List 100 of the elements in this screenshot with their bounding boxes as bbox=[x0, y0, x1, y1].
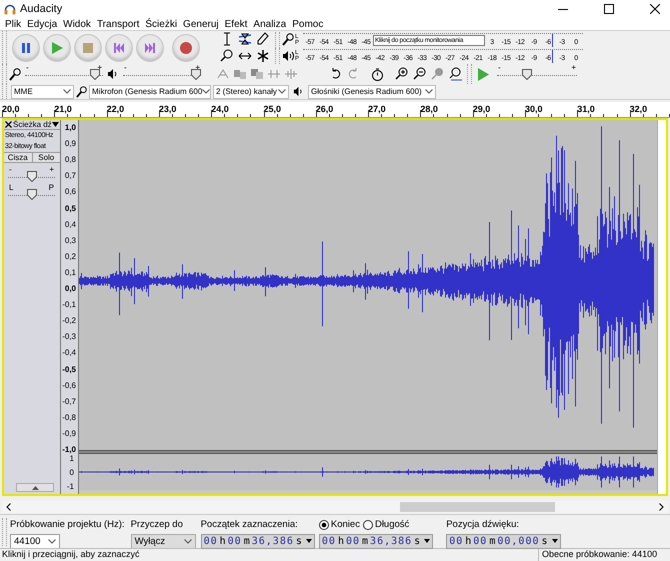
toolbar-grip[interactable] bbox=[2, 518, 7, 546]
undo-icon bbox=[330, 68, 342, 80]
menu-item[interactable]: Ścieżki bbox=[142, 16, 180, 32]
radio-option[interactable]: Długość bbox=[362, 518, 410, 532]
time-field[interactable]: 00 h 00 m 36,386 s bbox=[200, 534, 315, 550]
track-button[interactable]: Cisza bbox=[4, 153, 32, 162]
collapse-icon bbox=[32, 486, 38, 490]
scale-label: -0,1 bbox=[62, 300, 76, 310]
scale-label: -0,7 bbox=[62, 396, 76, 406]
host-dropdown[interactable]: MME bbox=[11, 84, 74, 98]
speaker-icon bbox=[293, 86, 304, 97]
zoom-fit-button[interactable] bbox=[447, 66, 465, 82]
maximize-icon[interactable] bbox=[604, 4, 614, 14]
toolbar-grip[interactable] bbox=[2, 64, 7, 84]
play-icon bbox=[50, 40, 64, 54]
asterisk-icon bbox=[256, 49, 270, 63]
envelope-icon bbox=[238, 32, 252, 46]
menu-item[interactable]: Plik bbox=[2, 16, 24, 32]
radio-button[interactable] bbox=[318, 520, 329, 530]
menu-item[interactable]: Pomoc bbox=[289, 16, 326, 32]
stopwatch-icon bbox=[370, 68, 384, 80]
snap-dropdown[interactable]: Wyłącz bbox=[130, 534, 196, 550]
menu-item[interactable]: Edycja bbox=[24, 16, 60, 32]
ruler-label: 23,0 bbox=[158, 103, 176, 116]
time-field[interactable]: 00 h 00 m 00,000 s bbox=[446, 534, 561, 550]
track-name[interactable]: Ścieżka dź bbox=[13, 120, 52, 129]
pause-button[interactable] bbox=[12, 34, 40, 62]
scale-label: 0,6 bbox=[64, 187, 76, 196]
skip-to-end-icon bbox=[143, 40, 157, 54]
toolbar-grip[interactable] bbox=[467, 64, 472, 84]
record-button[interactable] bbox=[172, 34, 200, 62]
scale-label: -0,5 bbox=[62, 364, 76, 374]
ruler-label: 25,0 bbox=[264, 103, 282, 116]
close-icon[interactable] bbox=[5, 121, 12, 128]
timeline-ruler[interactable]: 20,0 21,0 22,0 23,0 24,0 25,0 26,0 27,0 28,0 29,0 30,0 31,0 32,0 bbox=[0, 102, 670, 118]
dropdown-arrow-icon[interactable] bbox=[424, 539, 430, 544]
skip-to-end-button[interactable] bbox=[136, 34, 164, 62]
headphones-icon bbox=[4, 4, 16, 14]
dropdown-arrow-icon[interactable] bbox=[306, 539, 312, 544]
scroll-left-icon[interactable] bbox=[6, 503, 11, 511]
dropdown-arrow-icon[interactable] bbox=[52, 122, 59, 127]
slider-thumb[interactable] bbox=[191, 69, 201, 80]
speaker-icon bbox=[107, 68, 119, 80]
scale-label: 0,2 bbox=[64, 252, 76, 261]
record-icon bbox=[179, 40, 193, 54]
zoom-fit-icon bbox=[449, 67, 463, 81]
collapse-button[interactable] bbox=[16, 483, 54, 492]
radio-button[interactable] bbox=[362, 520, 373, 530]
scroll-right-icon[interactable] bbox=[659, 503, 664, 511]
close-icon[interactable] bbox=[650, 4, 660, 14]
channels-dropdown[interactable]: 2 (Stereo) kanały bbox=[213, 84, 289, 98]
scale-label: 0,9 bbox=[64, 139, 76, 148]
zoom-in-icon bbox=[395, 67, 409, 81]
menu-item[interactable]: Widok bbox=[60, 16, 94, 32]
slider-thumb[interactable] bbox=[90, 69, 100, 80]
skip-to-start-icon bbox=[112, 40, 126, 54]
toolbar-grip[interactable] bbox=[2, 84, 7, 99]
menu-item[interactable]: Analiza bbox=[250, 16, 290, 32]
slider-thumb[interactable] bbox=[27, 189, 37, 200]
field-label: Próbkowanie projektu (Hz): bbox=[10, 518, 125, 532]
time-field[interactable]: 00 h 00 m 36,386 s bbox=[318, 534, 434, 550]
skip-to-start-button[interactable] bbox=[105, 34, 133, 62]
radio-option[interactable]: Koniec bbox=[318, 518, 360, 532]
slider-min-label: - bbox=[498, 63, 501, 73]
slider-thumb[interactable] bbox=[27, 171, 37, 182]
zoom-out-icon bbox=[413, 67, 427, 81]
scale-label: -0,4 bbox=[62, 348, 76, 358]
menu-item[interactable]: Generuj bbox=[180, 16, 222, 32]
toolbar-grip[interactable] bbox=[275, 32, 280, 48]
dropdown-arrow-icon[interactable] bbox=[552, 539, 558, 544]
slider-min-label: - bbox=[9, 165, 12, 175]
ruler-label: 21,0 bbox=[54, 103, 72, 116]
scale-label: 0,5 bbox=[64, 204, 76, 212]
vertical-scrollbar[interactable] bbox=[657, 120, 666, 494]
output-device-dropdown[interactable]: Głośniki (Genesis Radium 600) bbox=[308, 84, 436, 98]
ruler-label: 26,0 bbox=[316, 103, 334, 116]
status-text: Obecne próbkowanie: 44100 bbox=[538, 548, 670, 561]
ruler-label: 31,0 bbox=[577, 103, 595, 116]
scrollbar-thumb[interactable] bbox=[400, 502, 555, 512]
scale-label: 0,8 bbox=[64, 155, 76, 164]
scale-label: -0,9 bbox=[62, 428, 76, 438]
ruler-label: 24,0 bbox=[211, 103, 229, 116]
speaker-icon[interactable] bbox=[282, 50, 294, 62]
scale-label: 0,4 bbox=[64, 220, 76, 229]
ruler-label: 30,0 bbox=[525, 103, 543, 116]
input-device-dropdown[interactable]: Mikrofon (Genesis Radium 600 bbox=[89, 84, 211, 98]
toolbar-grip[interactable] bbox=[2, 31, 7, 64]
horizontal-scrollbar[interactable] bbox=[2, 501, 668, 513]
redo-icon bbox=[346, 68, 358, 80]
rate-dropdown[interactable]: 44100 bbox=[10, 534, 60, 550]
slider-thumb[interactable] bbox=[522, 69, 532, 80]
zoom-selection-icon bbox=[431, 67, 445, 81]
menu-item[interactable]: Efekt bbox=[222, 16, 250, 32]
pause-icon bbox=[19, 40, 33, 54]
track-button[interactable]: Solo bbox=[32, 153, 60, 162]
scale-label: 0,7 bbox=[64, 171, 76, 180]
menu-item[interactable]: Transport bbox=[94, 16, 142, 32]
slider-min-label: - bbox=[26, 63, 29, 73]
status-text: Kliknij i przeciągnij, aby zaznaczyć bbox=[1, 548, 141, 561]
toolbar-grip[interactable] bbox=[275, 48, 280, 64]
